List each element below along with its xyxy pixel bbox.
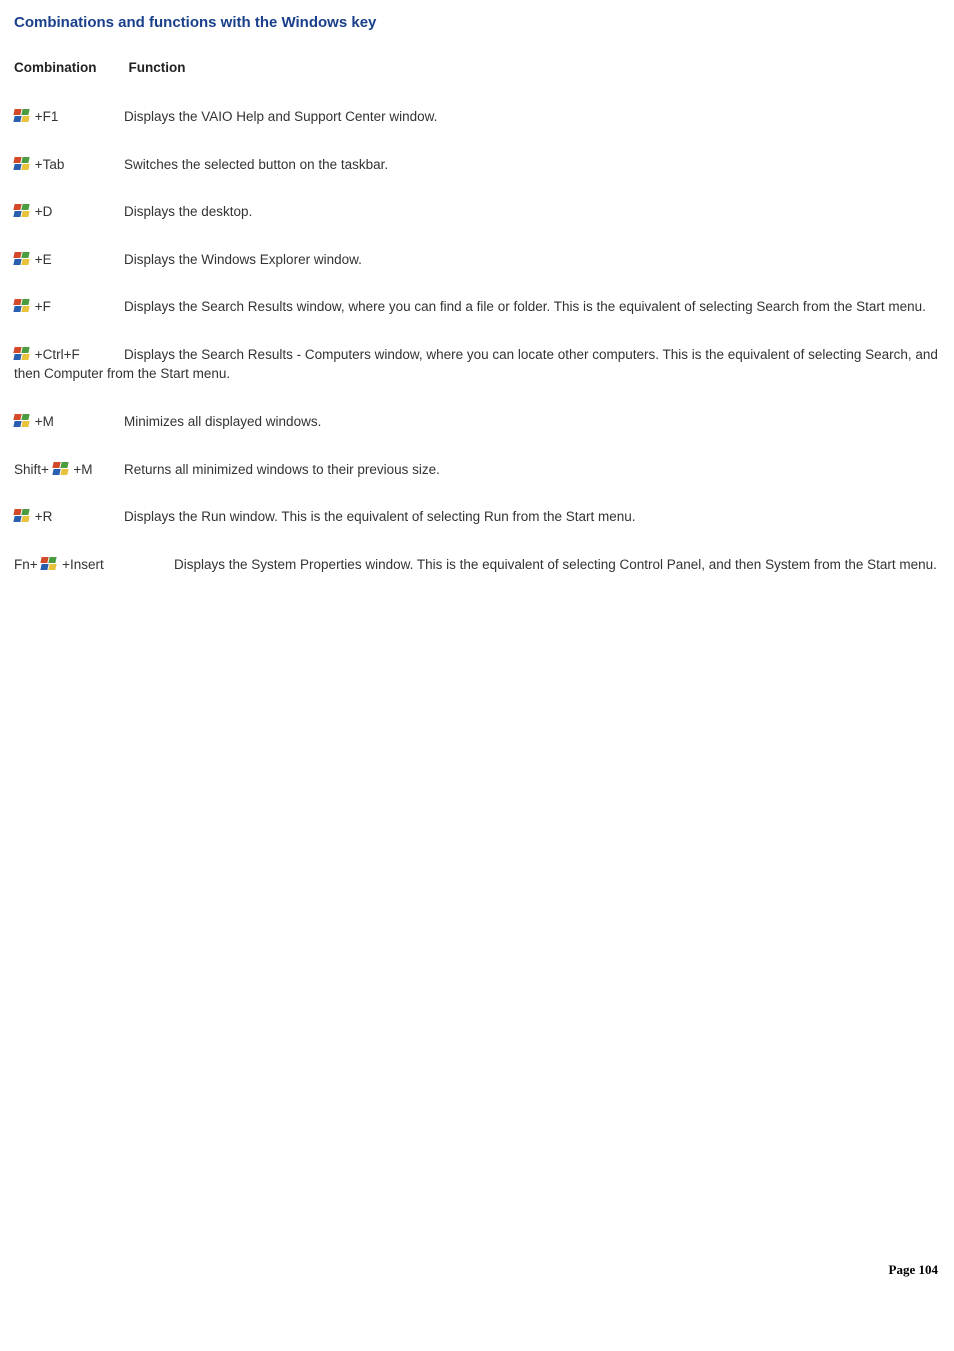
combo-suffix: +R [31, 509, 52, 524]
function-cell: Returns all minimized windows to their p… [124, 460, 440, 480]
footer-label: Page [889, 1262, 919, 1277]
combination-cell: +R [14, 507, 124, 527]
windows-key-icon [14, 252, 30, 266]
windows-key-icon [14, 204, 30, 218]
combination-cell: Shift+ +M [14, 460, 124, 480]
function-cell: Displays the Windows Explorer window. [124, 250, 362, 270]
combo-prefix: Shift+ [14, 462, 53, 477]
combo-prefix: Fn+ [14, 557, 41, 572]
combo-suffix: +M [70, 462, 93, 477]
combination-cell: Fn+ +Insert [14, 555, 174, 575]
combo-suffix: +M [31, 414, 54, 429]
windows-key-icon [14, 347, 30, 361]
table-body: +F1 Displays the VAIO Help and Support Ce… [14, 107, 940, 574]
function-cell: Displays the VAIO Help and Support Cente… [124, 107, 437, 127]
table-row: +E Displays the Windows Explorer window. [14, 250, 940, 270]
combination-cell: +D [14, 202, 124, 222]
windows-key-icon [14, 414, 30, 428]
table-row: +R Displays the Run window. This is the e… [14, 507, 940, 527]
table-row: +M Minimizes all displayed windows. [14, 412, 940, 432]
combo-suffix: +Tab [31, 157, 64, 172]
combo-suffix: +D [31, 204, 52, 219]
windows-key-icon [14, 299, 30, 313]
combination-cell: +E [14, 250, 124, 270]
windows-key-icon [14, 509, 30, 523]
combo-suffix: +Ctrl+F [31, 347, 80, 362]
combo-suffix: +F1 [31, 109, 58, 124]
table-header-row: Combination Function [14, 59, 940, 77]
page-title: Combinations and functions with the Wind… [14, 14, 940, 31]
function-cell: Displays the desktop. [124, 202, 252, 222]
table-row: +Ctrl+FDisplays the Search Results - Com… [14, 345, 940, 384]
windows-key-icon [14, 109, 30, 123]
document-page: Combinations and functions with the Wind… [0, 0, 954, 1290]
table-row: +F Displays the Search Results window, wh… [14, 297, 940, 317]
combination-cell: +F [14, 297, 124, 317]
windows-key-icon [14, 157, 30, 171]
table-row: +F1 Displays the VAIO Help and Support Ce… [14, 107, 940, 127]
function-cell: Displays the Search Results window, wher… [124, 299, 926, 314]
combo-suffix: +Insert [58, 557, 103, 572]
combination-cell: +Ctrl+F [14, 345, 124, 365]
header-combination: Combination [14, 60, 124, 75]
table-row: +Tab Switches the selected button on the … [14, 155, 940, 175]
combination-cell: +M [14, 412, 124, 432]
table-row: +D Displays the desktop. [14, 202, 940, 222]
function-cell: Displays the Search Results - Computers … [14, 347, 938, 382]
header-function: Function [128, 60, 185, 75]
table-row: Shift+ +MReturns all minimized windows t… [14, 460, 940, 480]
function-cell: Switches the selected button on the task… [124, 155, 388, 175]
page-footer: Page 104 [889, 1262, 938, 1278]
combination-cell: +Tab [14, 155, 124, 175]
table-row: Fn+ +InsertDisplays the System Propertie… [14, 555, 940, 575]
function-cell: Displays the System Properties window. T… [174, 557, 937, 572]
footer-page-number: 104 [919, 1262, 939, 1277]
windows-key-icon [53, 462, 69, 476]
function-cell: Minimizes all displayed windows. [124, 412, 321, 432]
combo-suffix: +F [31, 299, 51, 314]
combo-suffix: +E [31, 252, 52, 267]
combination-cell: +F1 [14, 107, 124, 127]
windows-key-icon [41, 557, 57, 571]
function-cell: Displays the Run window. This is the equ… [124, 507, 636, 527]
